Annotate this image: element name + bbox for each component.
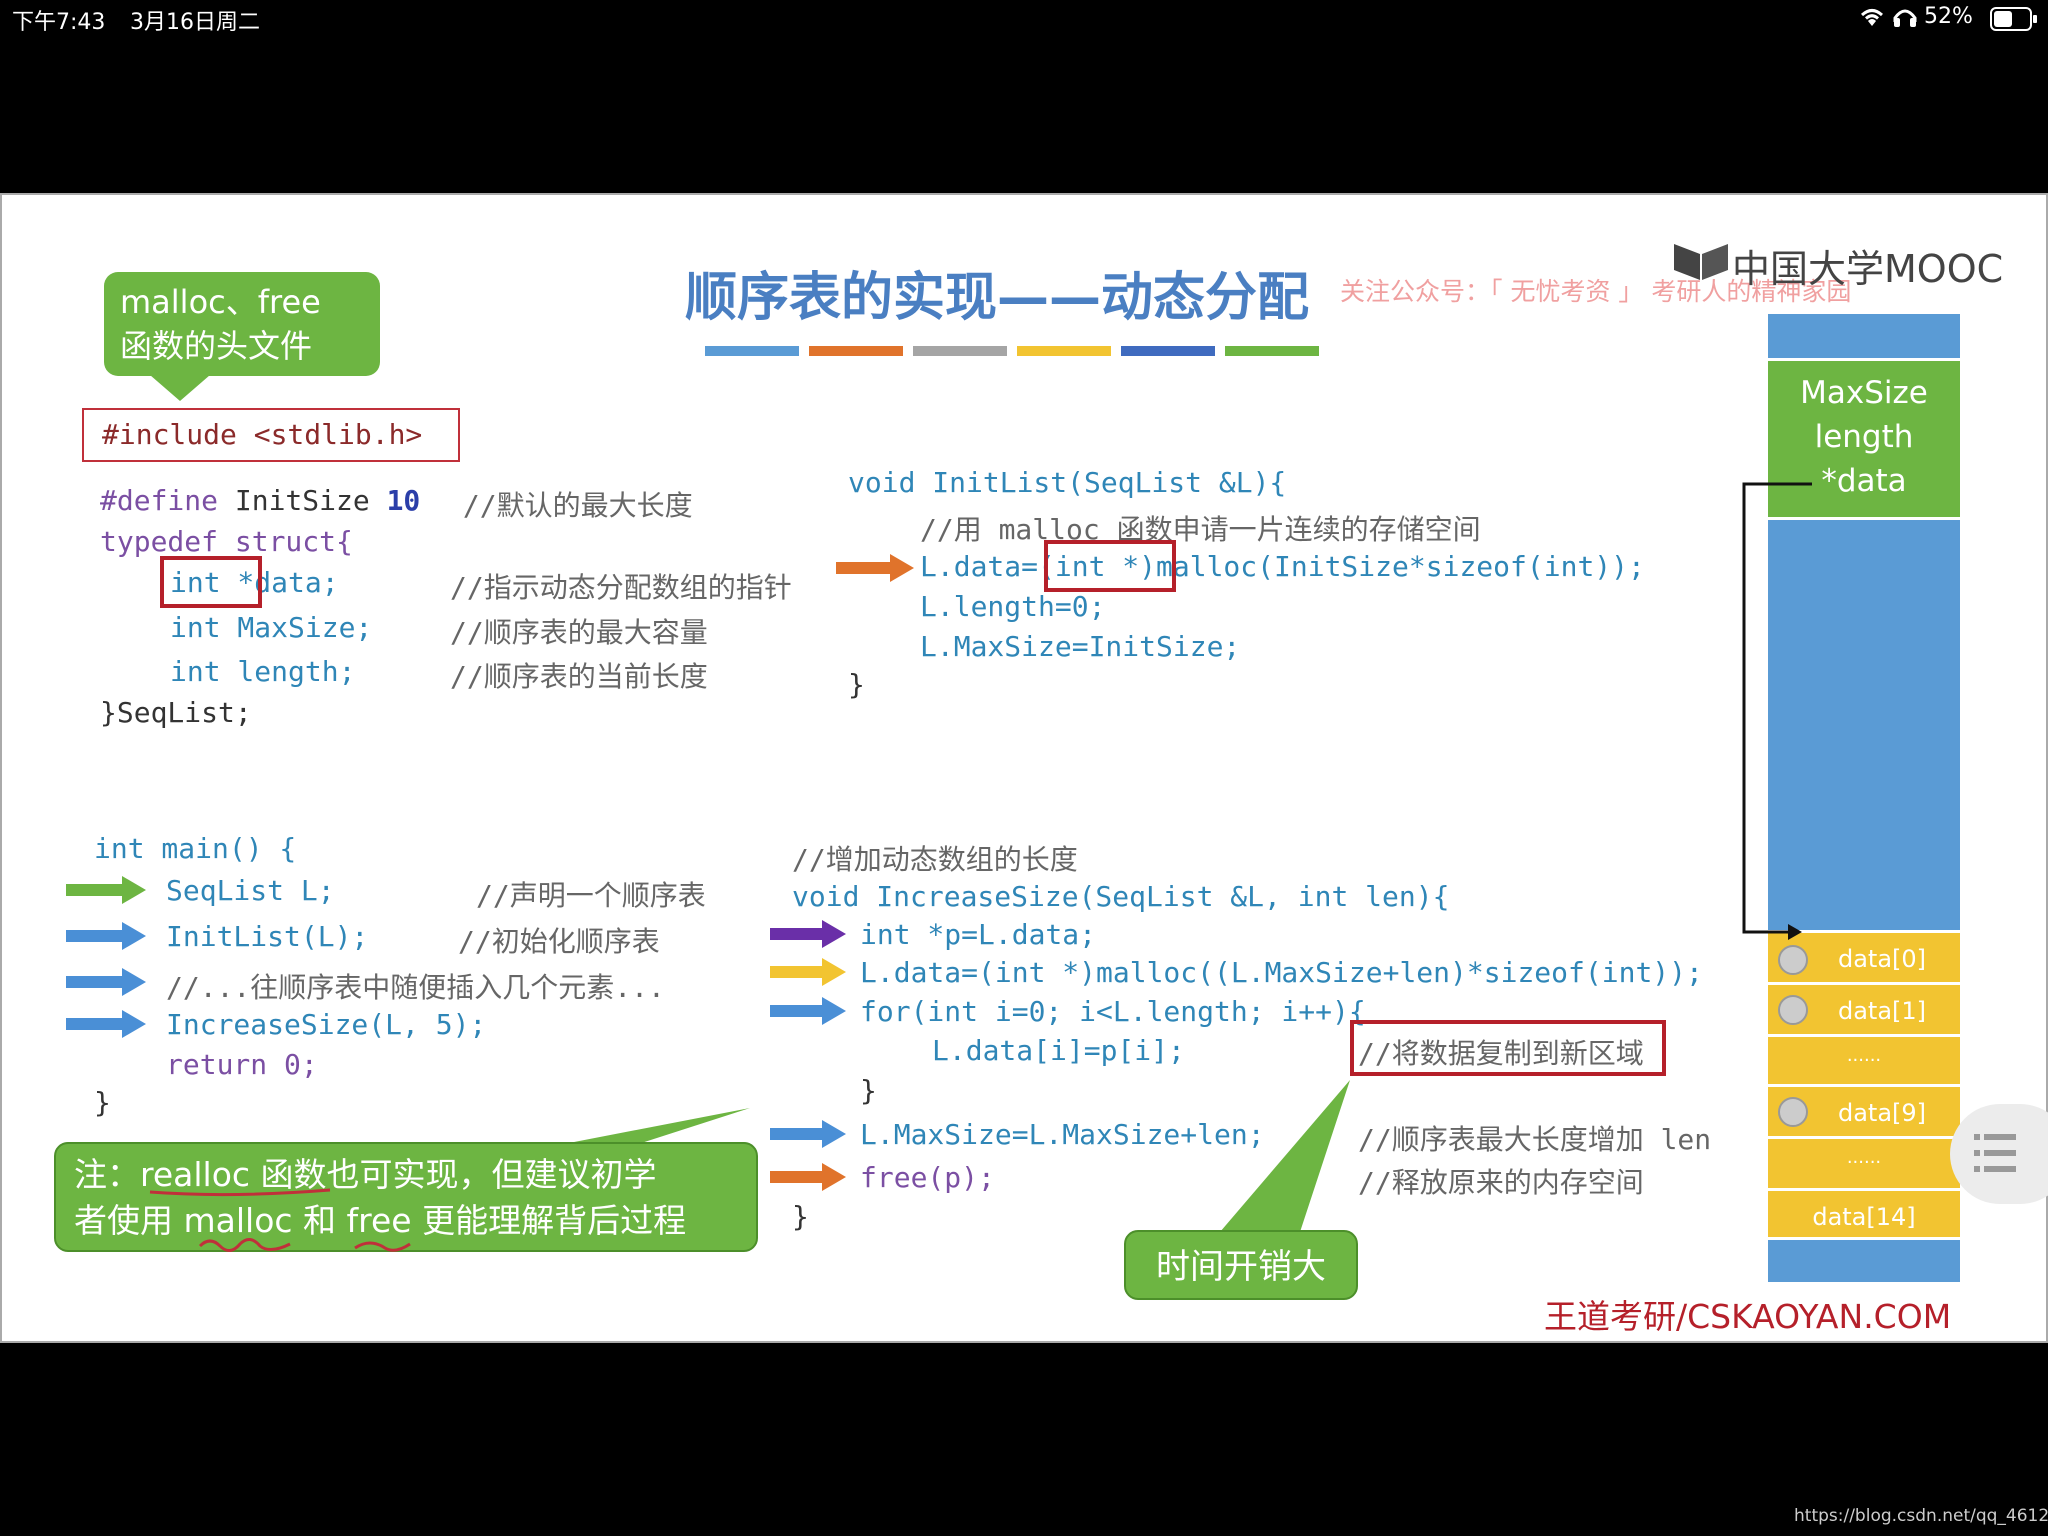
mem-cell-label: ...... <box>1846 1045 1882 1066</box>
int-highlight-box <box>160 556 262 608</box>
headphones-icon <box>1892 6 1918 32</box>
increase-comment: //增加动态数组的长度 <box>792 843 1078 876</box>
blue-arrow-icon <box>770 1120 846 1148</box>
blue-arrow-icon <box>66 922 146 950</box>
blue-arrow-icon <box>66 1010 146 1038</box>
main-increase-line: IncreaseSize(L, 5); <box>166 1008 487 1041</box>
mem-cell: data[9] <box>1768 1084 1960 1136</box>
main-declare-comment: //声明一个顺序表 <box>476 879 706 912</box>
source-url: https://blog.csdn.net/qq_46127654 <box>1794 1506 2048 1526</box>
blue-arrow-icon <box>770 997 846 1025</box>
title-color-bar <box>809 346 903 356</box>
handwritten-underlines <box>149 1188 411 1252</box>
callout-line-1: malloc、free <box>120 283 321 321</box>
increase-signature: void IncreaseSize(SeqList &L, int len){ <box>792 880 1450 913</box>
field-length: int length; <box>170 655 356 688</box>
wifi-icon <box>1858 6 1886 32</box>
callout-pointer <box>150 375 210 401</box>
main-signature: int main() { <box>94 832 297 865</box>
initlist-malloc-line: L.data=(int *)malloc(InitSize*sizeof(int… <box>920 550 1645 583</box>
slide-title: 顺序表的实现——动态分配 <box>685 268 1310 328</box>
title-color-bar <box>913 346 1007 356</box>
initlist-comment: //用 malloc 函数申请一片连续的存储空间 <box>920 513 1481 546</box>
mem-cell-label: data[0] <box>1837 945 1927 973</box>
title-color-bars <box>705 346 1319 356</box>
circle-icon <box>1778 945 1808 975</box>
main-init-comment: //初始化顺序表 <box>458 925 660 958</box>
mooc-logo-icon <box>1672 240 1730 284</box>
field-maxsize: int MaxSize; <box>170 611 373 644</box>
mem-cell-label: data[9] <box>1837 1099 1927 1127</box>
main-insert-comment: //...往顺序表中随便插入几个元素... <box>166 971 665 1004</box>
main-init-line: InitList(L); <box>166 920 369 953</box>
increase-free-comment: //释放原来的内存空间 <box>1358 1166 1644 1199</box>
mem-length: length <box>1814 419 1914 455</box>
define-value: 10 <box>386 484 421 517</box>
main-return-line: return 0; <box>166 1048 318 1081</box>
mem-cell: ...... <box>1768 1136 1960 1188</box>
circle-icon <box>1778 995 1808 1025</box>
typedef-line: typedef struct{ <box>100 525 353 558</box>
increase-save-pointer: int *p=L.data; <box>860 918 1097 951</box>
mem-cell-label: data[1] <box>1837 997 1927 1025</box>
mem-cell-label: data[14] <box>1812 1203 1916 1231</box>
initlist-length-line: L.length=0; <box>920 590 1106 623</box>
slide-footer: 王道考研/CSKAOYAN.COM <box>1544 1297 1952 1336</box>
define-keyword: #define <box>100 484 235 517</box>
pointer-arrow <box>1742 482 1812 940</box>
time-callout-pointer <box>1220 1080 1350 1232</box>
purple-arrow-icon <box>770 920 846 948</box>
title-color-bar <box>705 346 799 356</box>
cast-highlight-box <box>1044 540 1176 592</box>
yellow-arrow-icon <box>770 958 846 986</box>
initlist-signature: void InitList(SeqList &L){ <box>848 466 1287 499</box>
orange-arrow-icon <box>836 554 914 582</box>
status-date: 3月16日周二 <box>130 10 260 35</box>
battery-percent: 52% <box>1924 4 1973 29</box>
increase-end: } <box>792 1200 809 1233</box>
increase-copy-comment: //将数据复制到新区域 <box>1358 1037 1644 1070</box>
field-maxsize-comment: //顺序表的最大容量 <box>450 616 708 649</box>
main-declare-line: SeqList L; <box>166 874 335 907</box>
mem-cell-label: ...... <box>1846 1147 1882 1168</box>
green-arrow-icon <box>66 876 146 904</box>
mem-cell: data[1] <box>1768 982 1960 1034</box>
battery-icon <box>1990 7 2037 31</box>
define-line: #define InitSize 10 <box>100 484 420 517</box>
status-time: 下午7:43 <box>12 10 106 35</box>
mem-cell: ...... <box>1768 1034 1960 1084</box>
mem-maxsize: MaxSize <box>1800 375 1928 411</box>
increase-malloc-line: L.data=(int *)malloc((L.MaxSize+len)*siz… <box>860 956 1703 989</box>
increase-for-end: } <box>860 1074 877 1107</box>
increase-free-line: free(p); <box>860 1161 995 1194</box>
define-name: InitSize <box>234 484 387 517</box>
field-data-comment: //指示动态分配数组的指针 <box>450 571 792 604</box>
list-icon <box>1974 1132 2018 1180</box>
mooc-logo-text: 中国大学MOOC <box>1732 247 2004 291</box>
callout-line-2: 函数的头文件 <box>120 327 313 365</box>
increase-maxsize-comment: //顺序表最大长度增加 len <box>1358 1123 1712 1156</box>
increase-copy-line: L.data[i]=p[i]; <box>932 1034 1185 1067</box>
title-color-bar <box>1225 346 1319 356</box>
orange-arrow-icon <box>770 1163 846 1191</box>
title-color-bar <box>1121 346 1215 356</box>
circle-icon <box>1778 1097 1808 1127</box>
time-cost-callout: 时间开销大 <box>1124 1230 1358 1300</box>
include-line: #include <stdlib.h> <box>102 418 423 451</box>
struct-end: }SeqList; <box>100 696 252 729</box>
header-file-callout: malloc、free 函数的头文件 <box>104 272 380 376</box>
mem-cell: data[14] <box>1768 1188 1960 1240</box>
floating-menu-button[interactable] <box>1950 1104 2048 1204</box>
blue-arrow-icon <box>66 968 146 996</box>
title-color-bar <box>1017 346 1111 356</box>
field-length-comment: //顺序表的当前长度 <box>450 660 708 693</box>
increase-for-line: for(int i=0; i<L.length; i++){ <box>860 995 1366 1028</box>
define-comment: //默认的最大长度 <box>446 489 693 522</box>
main-end: } <box>94 1086 111 1119</box>
initlist-end: } <box>848 668 865 701</box>
initlist-maxsize-line: L.MaxSize=InitSize; <box>920 630 1241 663</box>
